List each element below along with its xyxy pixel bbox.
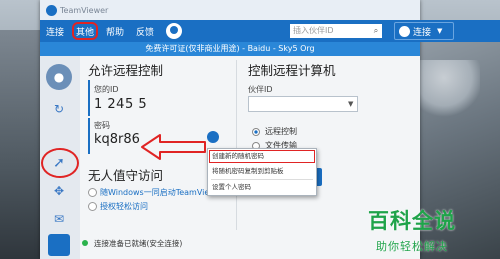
remote-control-radio-button[interactable] <box>252 127 260 136</box>
menu-bar: 连接 其他 帮助 反馈 插入伙伴ID ⌕ 连接 ▼ <box>40 20 500 42</box>
password-label: 密码 <box>94 121 110 130</box>
allow-remote-panel: 允许远程控制 您的ID 1 245 5 密码 kq8r86 <box>88 60 238 154</box>
connect-button[interactable]: 连接 ▼ <box>394 22 454 40</box>
annotation-arrow <box>141 134 206 160</box>
sidebar-meeting-icon[interactable]: ↻ <box>46 96 72 122</box>
watermark-title: 百科全说 <box>368 209 456 233</box>
your-id-label: 您的ID <box>94 85 119 94</box>
remote-control-radio[interactable]: 远程控制 <box>252 126 297 137</box>
remote-control-label: 远程控制 <box>265 127 297 136</box>
partner-id-input[interactable] <box>248 96 358 112</box>
status-text: 连接准备已就绪(安全连接) <box>94 238 183 248</box>
watermark: 百科全说 助你轻松解决 <box>368 205 456 254</box>
password-context-menu: 创建新的随机密码 将随机密码复制到剪贴板 设置个人密码 <box>207 148 317 196</box>
allow-remote-title: 允许远程控制 <box>88 63 164 78</box>
your-id-block: 您的ID 1 245 5 <box>88 80 147 116</box>
sidebar-arrow-icon[interactable]: ➚ <box>46 150 72 176</box>
chevron-down-icon: ▼ <box>437 27 443 35</box>
unattended-title: 无人值守访问 <box>88 168 164 183</box>
start-with-windows-checkbox[interactable] <box>88 188 97 197</box>
ctx-create-new-password[interactable]: 创建新的随机密码 <box>208 149 316 164</box>
account-icon[interactable] <box>166 23 183 39</box>
password-block: 密码 kq8r86 <box>88 118 140 154</box>
title-bar: TeamViewer <box>40 0 420 20</box>
sidebar-remote-control-icon[interactable]: ● <box>46 64 72 90</box>
connect-button-label: 连接 <box>413 27 432 38</box>
teamviewer-logo-icon <box>46 4 57 16</box>
ctx-set-personal-password[interactable]: 设置个人密码 <box>208 180 316 195</box>
license-banner: 免费许可证(仅非商业用途) - Baidu - Sky5 Org <box>40 42 420 56</box>
menu-feedback[interactable]: 反馈 <box>130 20 160 42</box>
sidebar-chat-icon[interactable]: ✉ <box>46 206 72 232</box>
start-with-windows-label: 随Windows一同启动TeamViewer <box>100 188 225 197</box>
start-with-windows-option[interactable]: 随Windows一同启动TeamViewer <box>88 187 224 198</box>
ctx-copy-password[interactable]: 将随机密码复制到剪贴板 <box>208 164 316 179</box>
partner-id-search-input[interactable]: 插入伙伴ID <box>290 24 370 38</box>
search-icon[interactable]: ⌕ <box>370 24 382 38</box>
chevron-down-icon[interactable]: ▼ <box>348 100 353 108</box>
password-value: kq8r86 <box>94 132 140 147</box>
your-id-value: 1 245 5 <box>94 97 148 112</box>
sidebar-contacts-icon[interactable]: ✥ <box>46 178 72 204</box>
menu-connect[interactable]: 连接 <box>40 20 70 42</box>
window-title: TeamViewer <box>60 5 109 15</box>
status-ok-icon <box>82 240 88 246</box>
status-bar: 连接准备已就绪(安全连接) <box>82 235 412 251</box>
watermark-subtitle: 助你轻松解决 <box>376 240 448 253</box>
grant-easy-access-checkbox[interactable] <box>88 202 97 211</box>
partner-id-label: 伙伴ID <box>248 85 273 94</box>
desktop-mountain-left <box>0 30 40 259</box>
connect-icon <box>399 25 410 37</box>
sidebar-teamviewer-logo-icon[interactable] <box>48 234 70 256</box>
control-remote-title: 控制远程计算机 <box>248 63 336 78</box>
menu-help[interactable]: 帮助 <box>100 20 130 42</box>
grant-easy-access-option[interactable]: 授权轻松访问 <box>88 201 148 212</box>
teamviewer-window: TeamViewer 连接 其他 帮助 反馈 插入伙伴ID ⌕ 连接 ▼ 免费许… <box>40 0 500 259</box>
menu-other[interactable]: 其他 <box>70 20 100 42</box>
sidebar: ● ↻ ➚ ✥ ✉ <box>40 56 80 259</box>
control-remote-panel: 控制远程计算机 伙伴ID ▼ 远程控制 文件传输 <box>248 60 418 150</box>
grant-easy-access-label: 授权轻松访问 <box>100 202 148 211</box>
panel-divider <box>236 60 237 230</box>
